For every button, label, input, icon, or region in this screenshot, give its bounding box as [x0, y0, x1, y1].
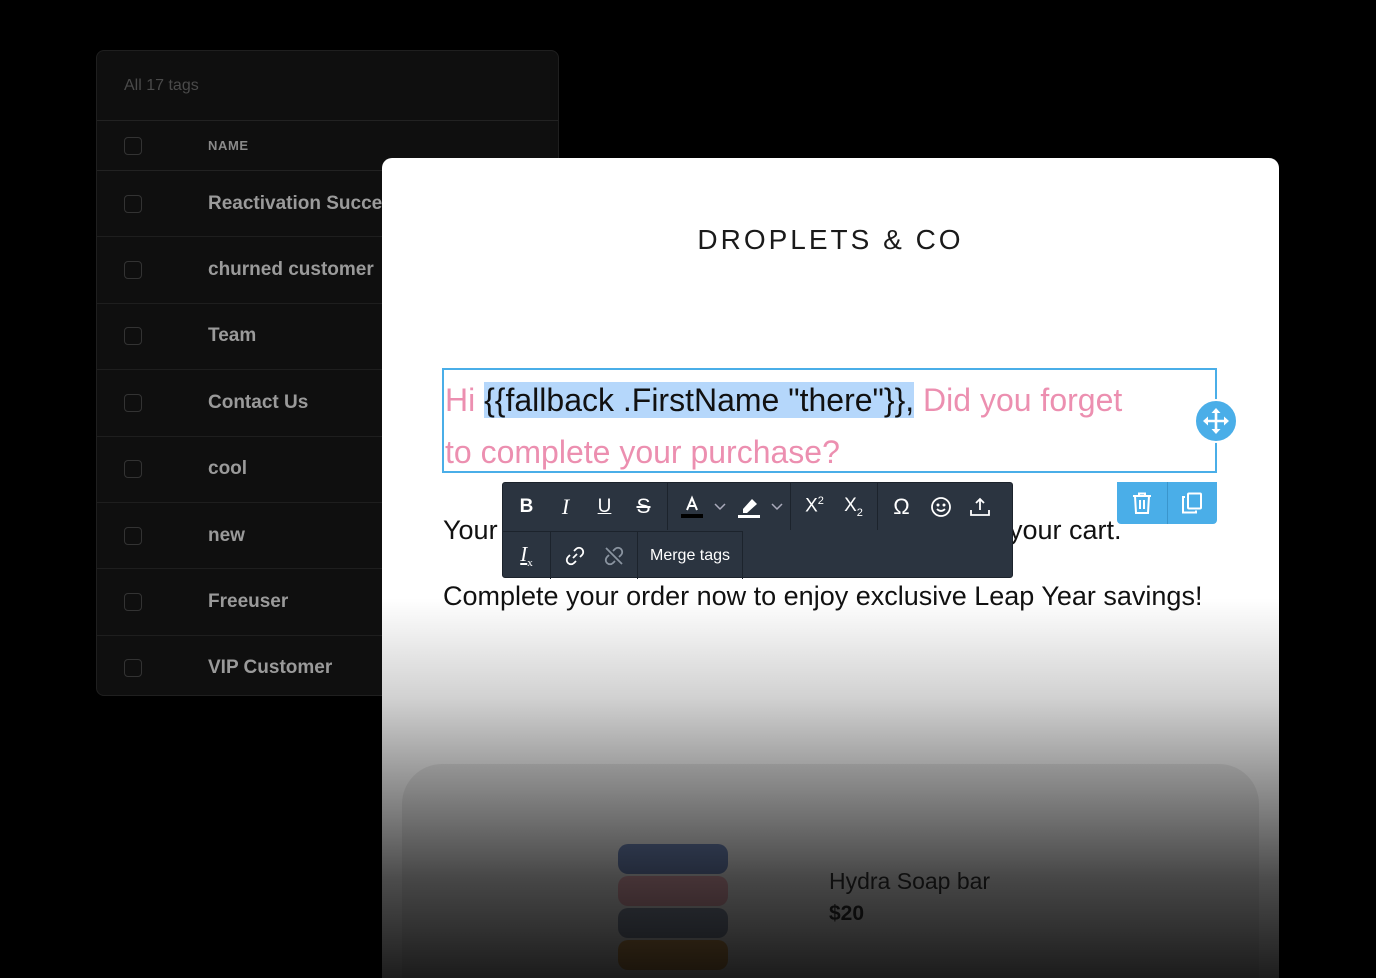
italic-button[interactable]: I: [546, 487, 585, 527]
body-text-2[interactable]: Complete your order now to enjoy exclusi…: [443, 580, 1203, 613]
tags-count: All 17 tags: [97, 51, 558, 121]
rich-text-toolbar: B I U S X2 X2 Ω Ix Merge tags: [502, 482, 1013, 579]
highlight-dropdown[interactable]: [768, 487, 786, 527]
tag-name[interactable]: new: [208, 525, 245, 547]
tag-name[interactable]: Reactivation Success: [208, 193, 403, 215]
chevron-down-icon: [771, 502, 783, 510]
trash-icon: [1132, 492, 1151, 514]
tag-name[interactable]: Freeuser: [208, 591, 288, 613]
clear-group: Ix: [503, 532, 551, 579]
upload-button[interactable]: [960, 487, 999, 527]
merge-tags-button[interactable]: Merge tags: [638, 532, 744, 579]
highlight-icon: [737, 498, 760, 518]
script-group: X2 X2: [791, 483, 878, 530]
delete-block-button[interactable]: [1117, 482, 1167, 524]
special-char-icon: Ω: [893, 493, 910, 519]
row-checkbox[interactable]: [124, 526, 142, 545]
row-checkbox[interactable]: [124, 659, 142, 678]
highlight-button[interactable]: [729, 487, 768, 527]
font-color-dropdown[interactable]: [711, 487, 729, 527]
strikethrough-icon: S: [636, 494, 651, 518]
link-button[interactable]: [555, 536, 594, 576]
underline-icon: U: [597, 495, 612, 517]
unlink-button[interactable]: [594, 536, 633, 576]
tag-name[interactable]: Contact Us: [208, 392, 308, 414]
bold-icon: B: [519, 495, 534, 517]
select-all-checkbox[interactable]: [124, 136, 142, 155]
heading-text[interactable]: Hi {{fallback .FirstName "there"}}, Did …: [445, 374, 1145, 478]
move-handle-icon[interactable]: [1194, 399, 1238, 443]
bold-button[interactable]: B: [507, 487, 546, 527]
emoji-icon: [930, 496, 951, 517]
heading-text-block[interactable]: Hi {{fallback .FirstName "there"}}, Did …: [442, 368, 1217, 473]
upload-icon: [969, 497, 990, 516]
font-color-icon: [680, 494, 703, 518]
duplicate-block-button[interactable]: [1166, 482, 1218, 524]
tag-name[interactable]: VIP Customer: [208, 657, 332, 679]
tag-name[interactable]: churned customer: [208, 259, 374, 281]
italic-icon: I: [561, 493, 570, 519]
row-checkbox[interactable]: [124, 393, 142, 412]
block-actions: [1117, 482, 1217, 524]
clear-format-icon: Ix: [520, 541, 533, 570]
copy-icon: [1182, 492, 1203, 514]
row-checkbox[interactable]: [124, 460, 142, 479]
subscript-icon: X2: [844, 494, 863, 519]
format-group: B I U S: [503, 483, 668, 530]
link-group: [551, 532, 638, 579]
row-checkbox[interactable]: [124, 593, 142, 612]
strikethrough-button[interactable]: S: [624, 487, 663, 527]
special-char-button[interactable]: Ω: [882, 487, 921, 527]
row-checkbox[interactable]: [124, 194, 142, 213]
product-image: [618, 844, 728, 974]
underline-button[interactable]: U: [585, 487, 624, 527]
product-price: $20: [829, 902, 865, 925]
tag-name[interactable]: Team: [208, 325, 256, 347]
color-group: [668, 483, 791, 530]
clear-format-button[interactable]: Ix: [507, 536, 546, 576]
tag-name[interactable]: cool: [208, 458, 247, 480]
body-text-1-start[interactable]: Your: [443, 514, 498, 547]
superscript-icon: X2: [805, 495, 824, 517]
brand-logo: DROPLETS & CO: [697, 224, 964, 255]
emoji-button[interactable]: [921, 487, 960, 527]
name-column-label[interactable]: NAME: [208, 138, 249, 153]
superscript-button[interactable]: X2: [795, 487, 834, 527]
body-text-1-end[interactable]: your cart.: [1009, 514, 1122, 547]
font-color-button[interactable]: [672, 487, 711, 527]
chevron-down-icon: [714, 502, 726, 510]
row-checkbox[interactable]: [124, 327, 142, 346]
link-icon: [565, 546, 584, 565]
merge-tags-label: Merge tags: [650, 546, 731, 564]
merge-tag-selection[interactable]: {{fallback .FirstName "there"}},: [484, 382, 915, 418]
heading-prefix: Hi: [445, 382, 485, 418]
product-name[interactable]: Hydra Soap bar: [829, 868, 990, 895]
row-checkbox[interactable]: [124, 261, 142, 280]
unlink-icon: [604, 546, 623, 565]
insert-group: Ω: [878, 483, 1003, 530]
subscript-button[interactable]: X2: [834, 487, 873, 527]
